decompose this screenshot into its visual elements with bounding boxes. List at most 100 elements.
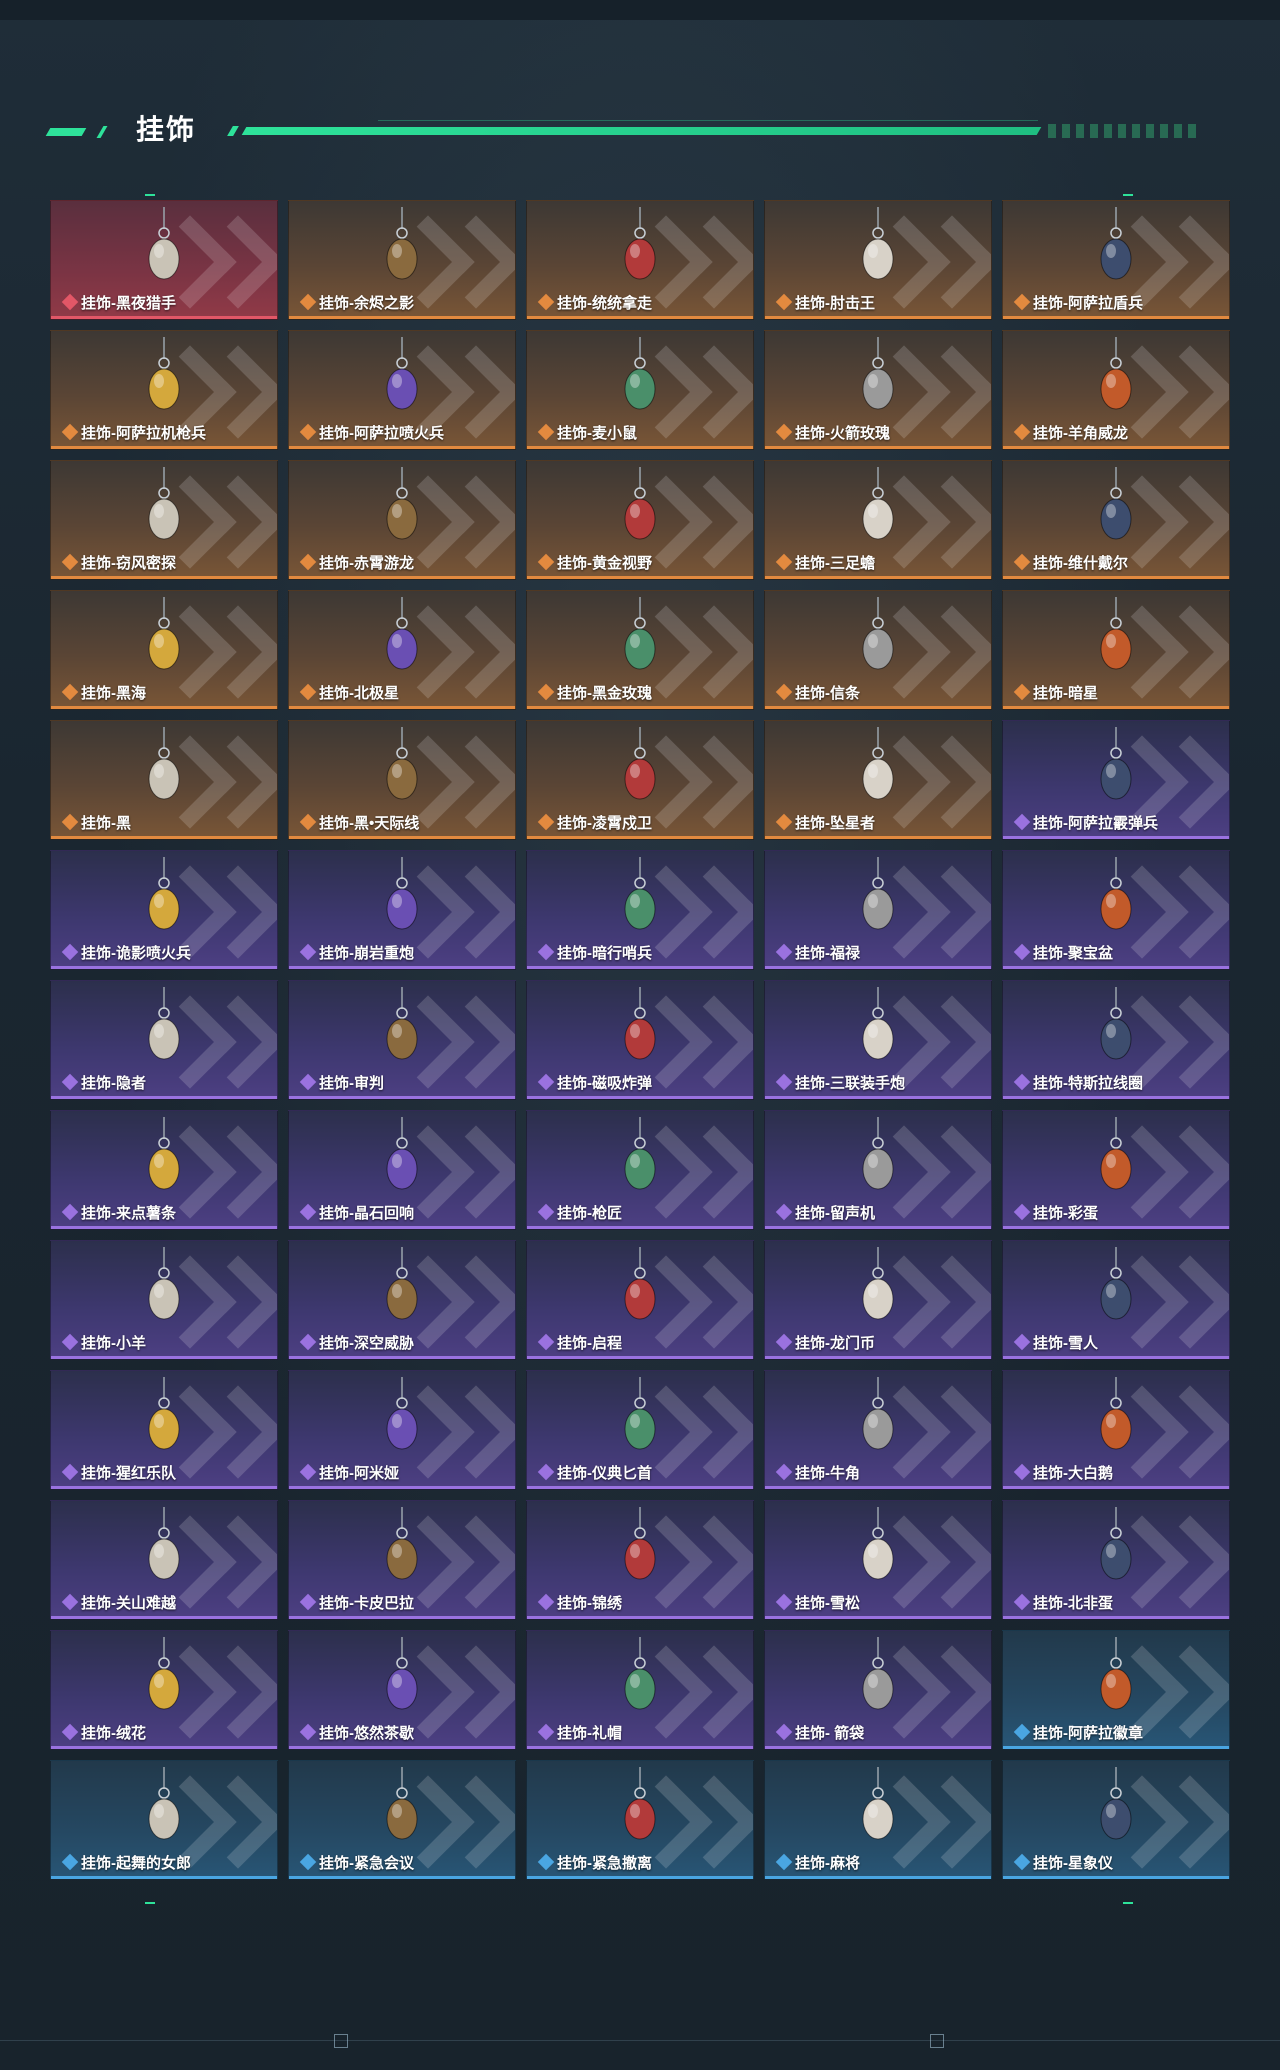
charm-card[interactable]: 挂饰-阿萨拉机枪兵 [50, 330, 278, 450]
charm-card[interactable]: 挂饰-黑海 [50, 590, 278, 710]
charm-card[interactable]: 挂饰-枪匠 [526, 1110, 754, 1230]
charm-card[interactable]: 挂饰-聚宝盆 [1002, 850, 1230, 970]
rarity-bar [289, 1876, 515, 1879]
charm-card[interactable]: 挂饰-留声机 [764, 1110, 992, 1230]
charm-card[interactable]: 挂饰-仪典匕首 [526, 1370, 754, 1490]
charm-card[interactable]: 挂饰-窃风密探 [50, 460, 278, 580]
charm-card[interactable]: 挂饰-阿萨拉霰弹兵 [1002, 720, 1230, 840]
charm-card[interactable]: 挂饰-雪松 [764, 1500, 992, 1620]
charm-card[interactable]: 挂饰-小羊 [50, 1240, 278, 1360]
charm-card[interactable]: 挂饰-坠星者 [764, 720, 992, 840]
charm-card[interactable]: 挂饰-启程 [526, 1240, 754, 1360]
charm-label: 挂饰-审判 [299, 1071, 384, 1093]
charm-card[interactable]: 挂饰-北极星 [288, 590, 516, 710]
charm-name: 挂饰-绒花 [81, 1724, 146, 1742]
charm-card[interactable]: 挂饰-绒花 [50, 1630, 278, 1750]
charm-card[interactable]: 挂饰-晶石回响 [288, 1110, 516, 1230]
charm-card[interactable]: 挂饰-深空威胁 [288, 1240, 516, 1360]
charm-card[interactable]: 挂饰-黑 [50, 720, 278, 840]
coin-card-charm-icon [862, 1247, 894, 1320]
charm-name: 挂饰-仪典匕首 [557, 1464, 652, 1482]
charm-card[interactable]: 挂饰-磁吸炸弹 [526, 980, 754, 1100]
charm-card[interactable]: 挂饰- 箭袋 [764, 1630, 992, 1750]
helmet-charm-icon [386, 727, 418, 800]
charm-card[interactable]: 挂饰-统统拿走 [526, 200, 754, 320]
charm-label: 挂饰-肘击王 [775, 291, 875, 313]
charm-card[interactable]: 挂饰-阿萨拉喷火兵 [288, 330, 516, 450]
mouse-charm-icon [624, 337, 656, 410]
charm-card[interactable]: 挂饰-维什戴尔 [1002, 460, 1230, 580]
charm-card[interactable]: 挂饰-黑•天际线 [288, 720, 516, 840]
blue-star-charm-icon [386, 597, 418, 670]
charm-label: 挂饰-关山难越 [61, 1591, 176, 1613]
charm-card[interactable]: 挂饰-来点薯条 [50, 1110, 278, 1230]
charm-card[interactable]: 挂饰-龙门币 [764, 1240, 992, 1360]
charm-card[interactable]: 挂饰-卡皮巴拉 [288, 1500, 516, 1620]
charm-name: 挂饰-黄金视野 [557, 554, 652, 572]
charm-label: 挂饰-黑•天际线 [299, 811, 419, 833]
charm-card[interactable]: 挂饰-礼帽 [526, 1630, 754, 1750]
charm-card[interactable]: 挂饰-凌霄戍卫 [526, 720, 754, 840]
white-bird-charm-icon [148, 207, 180, 280]
charm-name: 挂饰-彩蛋 [1033, 1204, 1098, 1222]
charm-card[interactable]: 挂饰-火箭玫瑰 [764, 330, 992, 450]
golden-vision-charm-icon [624, 467, 656, 540]
charm-card[interactable]: 挂饰-猩红乐队 [50, 1370, 278, 1490]
wreath-charm-icon [624, 1247, 656, 1320]
charm-card[interactable]: 挂饰-暗星 [1002, 590, 1230, 710]
charm-card[interactable]: 挂饰-余烬之影 [288, 200, 516, 320]
charm-card[interactable]: 挂饰-赤霄游龙 [288, 460, 516, 580]
corner-mark [145, 1902, 155, 1904]
charm-card[interactable]: 挂饰-紧急撤离 [526, 1760, 754, 1880]
flamethrower-soldier-charm-icon [386, 337, 418, 410]
charm-name: 挂饰-赤霄游龙 [319, 554, 414, 572]
dancer-charm-icon [148, 1767, 180, 1840]
charm-card[interactable]: 挂饰-三足蟾 [764, 460, 992, 580]
charm-card[interactable]: 挂饰-起舞的女郎 [50, 1760, 278, 1880]
charm-label: 挂饰-绒花 [61, 1721, 146, 1743]
charm-card[interactable]: 挂饰-阿萨拉盾兵 [1002, 200, 1230, 320]
charm-card[interactable]: 挂饰-阿米娅 [288, 1370, 516, 1490]
charm-card[interactable]: 挂饰-暗行哨兵 [526, 850, 754, 970]
charm-card[interactable]: 挂饰-阿萨拉徽章 [1002, 1630, 1230, 1750]
charm-card[interactable]: 挂饰-羊角威龙 [1002, 330, 1230, 450]
charm-label: 挂饰-紧急会议 [299, 1851, 414, 1873]
charm-card[interactable]: 挂饰-黑金玫瑰 [526, 590, 754, 710]
charm-card[interactable]: 挂饰-黑夜猎手 [50, 200, 278, 320]
charm-label: 挂饰-统统拿走 [537, 291, 652, 313]
charm-card[interactable]: 挂饰-隐者 [50, 980, 278, 1100]
charm-card[interactable]: 挂饰-锦绣 [526, 1500, 754, 1620]
charm-card[interactable]: 挂饰-雪人 [1002, 1240, 1230, 1360]
rarity-bar [289, 1096, 515, 1099]
charm-card[interactable]: 挂饰-信条 [764, 590, 992, 710]
rarity-diamond-icon [775, 1203, 793, 1221]
charm-card[interactable]: 挂饰-审判 [288, 980, 516, 1100]
rarity-diamond-icon [775, 293, 793, 311]
charm-card[interactable]: 挂饰-崩岩重炮 [288, 850, 516, 970]
charm-card[interactable]: 挂饰-彩蛋 [1002, 1110, 1230, 1230]
charm-card[interactable]: 挂饰-麦小鼠 [526, 330, 754, 450]
charm-name: 挂饰-信条 [795, 684, 860, 702]
charm-card[interactable]: 挂饰-肘击王 [764, 200, 992, 320]
charm-card[interactable]: 挂饰-北非蛋 [1002, 1500, 1230, 1620]
charm-card[interactable]: 挂饰-紧急会议 [288, 1760, 516, 1880]
charm-card[interactable]: 挂饰-星象仪 [1002, 1760, 1230, 1880]
charm-name: 挂饰-暗行哨兵 [557, 944, 652, 962]
charm-card[interactable]: 挂饰-特斯拉线圈 [1002, 980, 1230, 1100]
charm-card[interactable]: 挂饰-大白鹅 [1002, 1370, 1230, 1490]
charm-card[interactable]: 挂饰-三联装手炮 [764, 980, 992, 1100]
charm-card[interactable]: 挂饰-麻将 [764, 1760, 992, 1880]
charm-card[interactable]: 挂饰-悠然茶歇 [288, 1630, 516, 1750]
charm-card[interactable]: 挂饰-黄金视野 [526, 460, 754, 580]
charm-name: 挂饰-阿萨拉徽章 [1033, 1724, 1143, 1742]
charm-name: 挂饰-统统拿走 [557, 294, 652, 312]
judgement-card-charm-icon [386, 987, 418, 1060]
charm-card[interactable]: 挂饰-诡影喷火兵 [50, 850, 278, 970]
rarity-diamond-icon [299, 683, 317, 701]
charm-card[interactable]: 挂饰-福禄 [764, 850, 992, 970]
rarity-bar [765, 1616, 991, 1619]
rarity-bar [1003, 1356, 1229, 1359]
evac-tag-charm-icon [624, 1767, 656, 1840]
charm-card[interactable]: 挂饰-牛角 [764, 1370, 992, 1490]
charm-card[interactable]: 挂饰-关山难越 [50, 1500, 278, 1620]
